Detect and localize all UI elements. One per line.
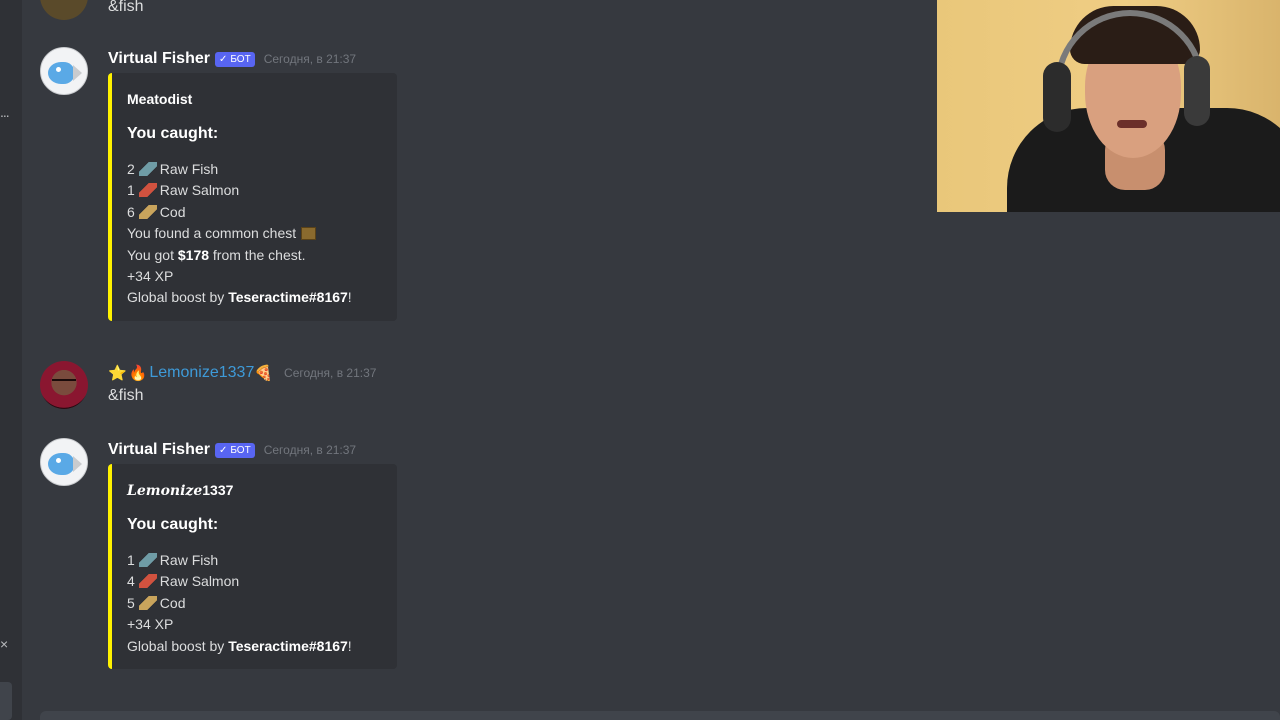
catch-line: 5 Cod [127,594,186,611]
catch-line: 4 Raw Salmon [127,573,240,590]
sidebar-panel-edge [0,682,12,720]
boost-line: Global boost by Teseractime#8167! [127,289,352,306]
catch-line: 6 Cod [127,203,186,220]
embed-title: You caught: [127,516,219,533]
raw-fish-icon [138,553,157,567]
message: Virtual Fisher ✓ БОТ Сегодня, в 21:37 Lem… [40,438,440,688]
more-dots-icon[interactable]: ... [0,104,10,120]
catch-line: 2 Raw Fish [127,161,219,177]
star-icon: ⭐ [108,365,127,382]
boost-line: Global boost by Teseractime#8167! [127,637,352,654]
xp-line: +34 XP [127,616,174,633]
fire-icon: 🔥 [128,365,148,382]
catch-line: 1 Raw Salmon [127,182,240,199]
raw-salmon-icon [138,574,157,589]
embed-title: You caught: [127,125,219,142]
message-text: &fish [108,387,144,404]
message-header: Virtual Fisher ✓ БОТ Сегодня, в 21:37 [108,47,356,71]
username[interactable]: Virtual Fisher [108,441,210,459]
username[interactable]: Lemonize1337 [149,364,254,382]
message-text: &fish [108,0,144,15]
raw-fish-icon [138,162,157,176]
chest-line: You found a common chest [127,223,383,244]
raw-salmon-icon [138,183,157,198]
verified-check-icon: ✓ [218,53,228,65]
embed-author: Meatodist [127,91,193,107]
xp-line: +34 XP [127,267,174,284]
close-icon[interactable]: × [0,636,8,652]
message: ⭐ 🔥 Lemonize1337 🍕 Сегодня, в 21:37 &fis… [40,361,440,421]
message-input-bar[interactable] [40,711,1280,720]
timestamp: Сегодня, в 21:37 [263,443,357,457]
avatar[interactable] [40,0,88,20]
timestamp: Сегодня, в 21:37 [263,52,357,66]
embed: Lemonize1337 You caught: 1 Raw Fish 4 Raw … [108,464,397,669]
embed: Meatodist You caught: 2 Raw Fish 1 Raw Sal… [108,73,397,321]
verified-check-icon: ✓ [218,444,228,456]
bot-badge: ✓ БОТ [214,442,255,458]
webcam-overlay [937,0,1280,212]
username[interactable]: Virtual Fisher [108,50,210,68]
timestamp: Сегодня, в 21:37 [284,366,377,380]
message-header: Virtual Fisher ✓ БОТ Сегодня, в 21:37 [108,438,356,462]
pizza-icon: 🍕 [254,365,274,382]
avatar[interactable] [40,361,88,409]
catch-line: 1 Raw Fish [127,552,219,568]
left-sidebar-strip: ... × [0,0,22,720]
avatar[interactable] [40,438,88,486]
message: Virtual Fisher ✓ БОТ Сегодня, в 21:37 Mea… [40,47,440,337]
bot-badge: ✓ БОТ [214,51,255,67]
money-line: You got $178 from the chest. [127,246,306,263]
cod-icon [138,204,157,219]
cod-icon [138,595,157,610]
message-header: ⭐ 🔥 Lemonize1337 🍕 Сегодня, в 21:37 [108,361,376,385]
avatar[interactable] [40,47,88,95]
chest-icon [301,227,317,241]
embed-author: Lemonize1337 [127,482,234,499]
